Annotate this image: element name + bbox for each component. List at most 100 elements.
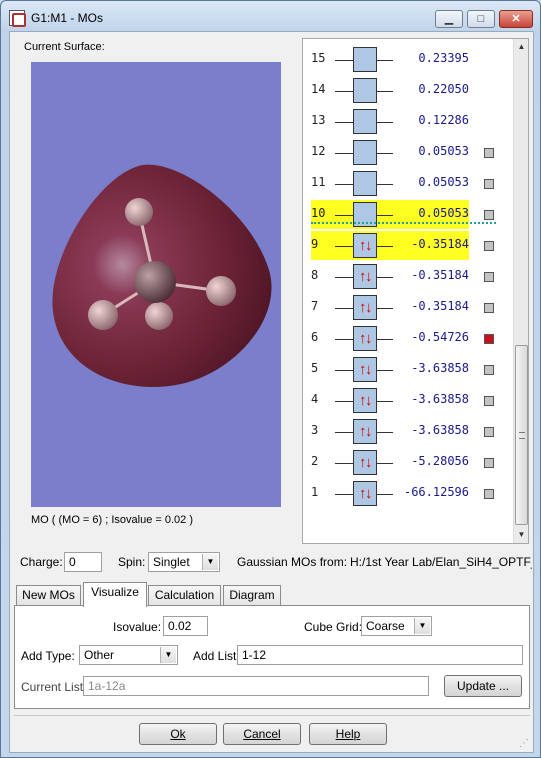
add-type-select[interactable]: Other ▼ — [79, 645, 178, 665]
resize-grip-icon[interactable]: ⋰ — [519, 738, 531, 750]
mo-row[interactable]: 10 0.05053 — [303, 200, 513, 231]
grip-icon — [519, 432, 525, 439]
mo-energy: -0.35184 — [411, 237, 469, 251]
mo-energy: -3.63858 — [411, 392, 469, 406]
spin-down-arrow-icon: ↓ — [365, 423, 373, 440]
hydrogen-atom — [125, 198, 153, 226]
mo-select-box[interactable] — [484, 489, 494, 499]
mo-energy: 0.05053 — [418, 206, 469, 220]
current-list-label: Current List: — [21, 680, 87, 694]
level-line — [377, 246, 393, 247]
mo-select-box[interactable] — [484, 458, 494, 468]
orbital-box[interactable]: ↑ ↓ — [353, 295, 377, 320]
level-line — [377, 308, 393, 309]
dialog-body: Current Surface: MO ((MO = 6) ; Isovalu… — [9, 31, 534, 753]
orbital-box[interactable]: ↑ ↓ — [353, 450, 377, 475]
update-button[interactable]: Update ... — [444, 675, 522, 697]
mo-select-box[interactable] — [484, 396, 494, 406]
homo-lumo-separator — [311, 222, 496, 224]
surface-viewport[interactable] — [31, 62, 281, 507]
scroll-down-icon[interactable]: ▼ — [514, 527, 528, 543]
mo-energy: -3.63858 — [411, 423, 469, 437]
tab-calculation[interactable]: Calculation — [148, 585, 221, 606]
mo-row[interactable]: 14 0.22050 — [303, 76, 513, 107]
orbital-box[interactable]: ↑ ↓ — [353, 357, 377, 382]
level-line — [377, 339, 393, 340]
mo-row[interactable]: 4 ↑ ↓ -3.63858 — [303, 386, 513, 417]
mo-select-box[interactable] — [484, 272, 494, 282]
spin-select[interactable]: Singlet ▼ — [148, 552, 220, 572]
cube-grid-select[interactable]: Coarse ▼ — [361, 616, 432, 636]
mo-row[interactable]: 5 ↑ ↓ -3.63858 — [303, 355, 513, 386]
help-label: Help — [335, 727, 361, 741]
mo-energy-list[interactable]: 15 0.23395 14 0.22050 13 0.12286 12 0.05053 11 0.… — [302, 38, 529, 544]
mo-list-scrollbar[interactable]: ▲ ▼ — [513, 39, 528, 543]
level-line — [335, 463, 353, 464]
tab-new-mos[interactable]: New MOs — [16, 585, 81, 606]
add-list-label: Add List: — [193, 649, 240, 663]
molecule-render[interactable] — [31, 62, 281, 507]
cube-grid-label: Cube Grid: — [304, 620, 363, 634]
mo-select-box[interactable] — [484, 365, 494, 375]
mo-row[interactable]: 15 0.23395 — [303, 45, 513, 76]
charge-field[interactable]: 0 — [64, 552, 102, 572]
tab-visualize[interactable]: Visualize — [83, 582, 147, 607]
window-title: G1:M1 - MOs — [31, 11, 104, 25]
orbital-box[interactable]: ↑ ↓ — [353, 264, 377, 289]
orbital-box[interactable] — [353, 140, 377, 165]
mo-row[interactable]: 2 ↑ ↓ -5.28056 — [303, 448, 513, 479]
source-label: Gaussian MOs from: — [237, 555, 348, 569]
orbital-box[interactable]: ↑ ↓ — [353, 326, 377, 351]
maximize-button[interactable]: □ — [467, 10, 495, 28]
mo-select-box[interactable] — [484, 241, 494, 251]
hydrogen-atom — [206, 276, 236, 306]
isovalue-field[interactable]: 0.02 — [163, 616, 208, 636]
cancel-button[interactable]: Cancel — [223, 723, 301, 745]
charge-label: Charge: — [20, 555, 63, 569]
scroll-thumb[interactable] — [515, 345, 528, 525]
orbital-box[interactable]: ↑ ↓ — [353, 419, 377, 444]
mo-row[interactable]: 13 0.12286 — [303, 107, 513, 138]
mo-row[interactable]: 6 ↑ ↓ -0.54726 — [303, 324, 513, 355]
title-bar[interactable]: G1:M1 - MOs ▁ □ ✕ — [1, 1, 540, 31]
level-line — [377, 91, 393, 92]
mo-select-box[interactable] — [484, 334, 494, 344]
mo-row[interactable]: 8 ↑ ↓ -0.35184 — [303, 262, 513, 293]
close-button[interactable]: ✕ — [499, 10, 533, 28]
chevron-down-icon[interactable]: ▼ — [160, 647, 176, 663]
mo-energy: 0.05053 — [418, 144, 469, 158]
chevron-down-icon[interactable]: ▼ — [202, 554, 218, 570]
add-list-field[interactable]: 1-12 — [237, 645, 523, 665]
level-line — [335, 246, 353, 247]
help-button[interactable]: Help — [309, 723, 387, 745]
orbital-box[interactable] — [353, 78, 377, 103]
orbital-box[interactable] — [353, 109, 377, 134]
mo-energy: 0.23395 — [418, 51, 469, 65]
mo-select-box[interactable] — [484, 210, 494, 220]
mo-row[interactable]: 9 ↑ ↓ -0.35184 — [303, 231, 513, 262]
orbital-box[interactable] — [353, 47, 377, 72]
chevron-down-icon[interactable]: ▼ — [414, 618, 430, 634]
mo-caption: MO ( (MO = 6) ; Isovalue = 0.02 ) — [31, 514, 193, 526]
mo-select-box[interactable] — [484, 148, 494, 158]
level-line — [377, 463, 393, 464]
mo-row[interactable]: 7 ↑ ↓ -0.35184 — [303, 293, 513, 324]
mo-row[interactable]: 1 ↑ ↓ -66.12596 — [303, 479, 513, 510]
spin-down-arrow-icon: ↓ — [365, 237, 373, 254]
mo-row[interactable]: 11 0.05053 — [303, 169, 513, 200]
mo-select-box[interactable] — [484, 179, 494, 189]
orbital-box[interactable] — [353, 171, 377, 196]
orbital-box[interactable]: ↑ ↓ — [353, 481, 377, 506]
orbital-box[interactable]: ↑ ↓ — [353, 233, 377, 258]
mo-row[interactable]: 12 0.05053 — [303, 138, 513, 169]
minimize-button[interactable]: ▁ — [435, 10, 463, 28]
orbital-box[interactable]: ↑ ↓ — [353, 388, 377, 413]
mo-row[interactable]: 3 ↑ ↓ -3.63858 — [303, 417, 513, 448]
level-line — [335, 494, 353, 495]
ok-button[interactable]: Ok — [139, 723, 217, 745]
mo-select-box[interactable] — [484, 427, 494, 437]
mo-energy: -3.63858 — [411, 361, 469, 375]
mo-select-box[interactable] — [484, 303, 494, 313]
tab-diagram[interactable]: Diagram — [223, 585, 281, 606]
scroll-up-icon[interactable]: ▲ — [514, 39, 528, 55]
